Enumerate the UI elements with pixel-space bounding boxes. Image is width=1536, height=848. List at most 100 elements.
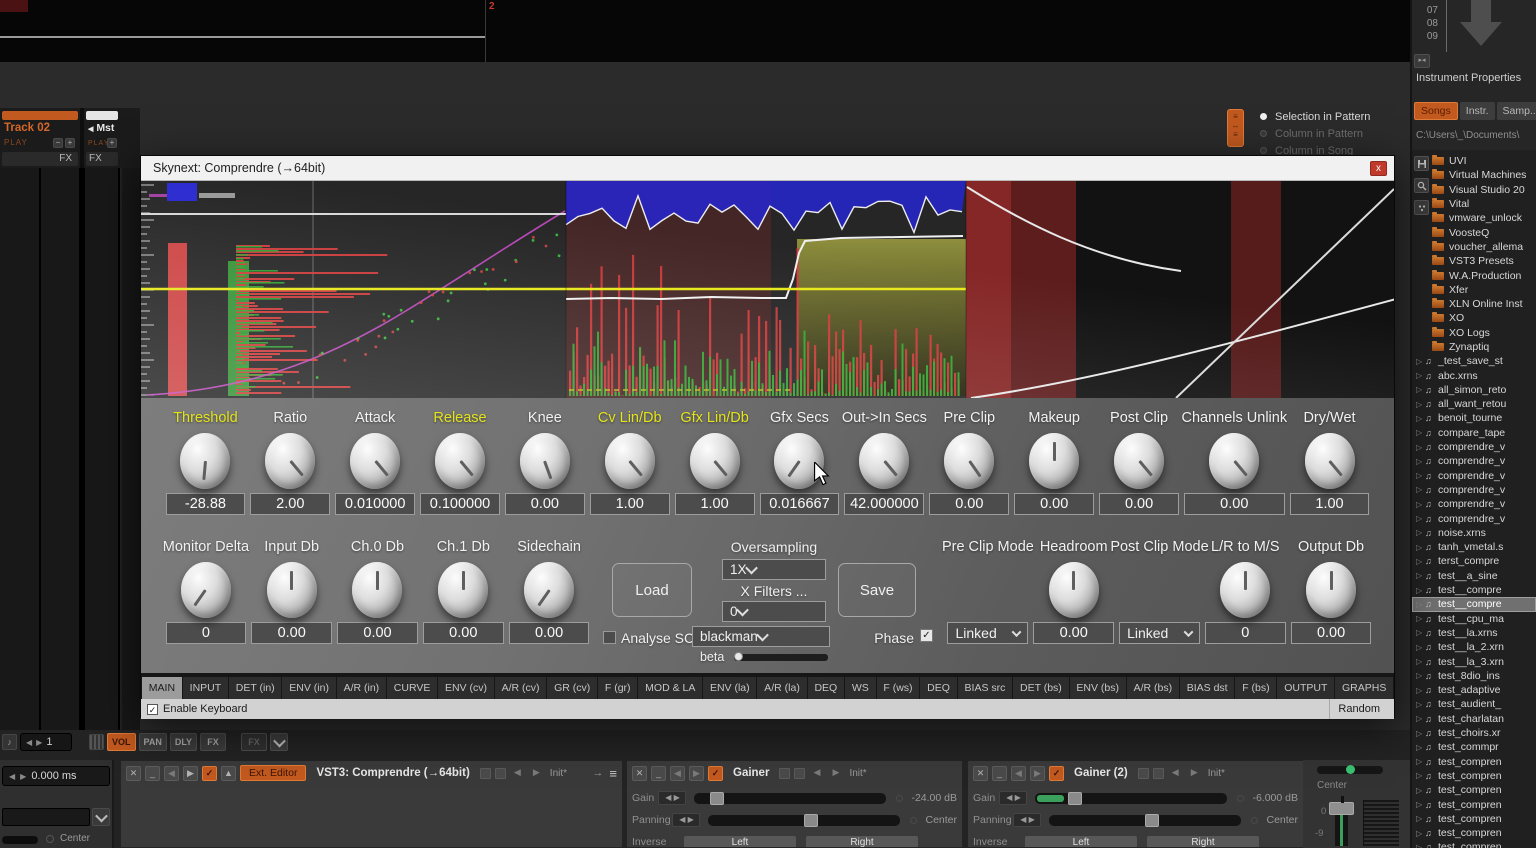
mini-slider[interactable] bbox=[2, 836, 38, 844]
preset-next-button[interactable]: ▶ bbox=[529, 766, 544, 781]
stepper-arrows[interactable]: ◀ ▶ bbox=[672, 813, 700, 827]
gfx-lin-db-knob[interactable] bbox=[690, 433, 740, 489]
file-row[interactable]: ▷♫test_compren bbox=[1412, 783, 1536, 797]
device-right-button[interactable]: ▶ bbox=[689, 766, 704, 781]
expand-icon[interactable]: ▷ bbox=[1416, 557, 1425, 566]
device-up-button[interactable]: ▲ bbox=[221, 766, 236, 781]
master-plus-button[interactable]: + bbox=[107, 138, 117, 148]
expand-icon[interactable]: ▷ bbox=[1416, 714, 1425, 723]
headroom-value[interactable]: 0.00 bbox=[1033, 622, 1114, 644]
route-out-icon[interactable]: → bbox=[592, 767, 603, 779]
file-row[interactable]: ▷♫test_choirs.xr bbox=[1412, 726, 1536, 740]
dropdown-button[interactable] bbox=[270, 733, 288, 751]
file-row[interactable]: ▷♫comprendre_v bbox=[1412, 469, 1536, 483]
expand-icon[interactable]: ▷ bbox=[1416, 471, 1425, 480]
device-right-button[interactable]: ▶ bbox=[1030, 766, 1045, 781]
device-enabled-checkbox[interactable]: ✓ bbox=[1049, 766, 1064, 781]
analysis-graph[interactable] bbox=[141, 181, 1394, 398]
master-fx-row[interactable]: FX bbox=[86, 152, 118, 166]
sidechain-value[interactable]: 0.00 bbox=[509, 622, 590, 644]
device-close-button[interactable]: ✕ bbox=[632, 766, 647, 781]
radio-column-in-pattern[interactable]: Column in Pattern bbox=[1252, 125, 1410, 142]
phase-checkbox[interactable]: ✓ bbox=[920, 629, 933, 642]
makeup-value[interactable]: 0.00 bbox=[1014, 493, 1094, 515]
expand-icon[interactable]: ▷ bbox=[1416, 628, 1425, 637]
ms-value-box[interactable]: ◀ ▶ 0.000 ms bbox=[2, 766, 110, 786]
device-minimize-button[interactable]: _ bbox=[651, 766, 666, 781]
toolbar-dly-button[interactable]: DLY bbox=[170, 733, 197, 751]
beta-slider[interactable] bbox=[734, 654, 828, 661]
slider-radio[interactable] bbox=[910, 817, 917, 824]
folder-row[interactable]: UVI bbox=[1412, 154, 1536, 168]
folder-row[interactable]: Vital bbox=[1412, 197, 1536, 211]
l-r-to-m-s-knob[interactable] bbox=[1220, 562, 1270, 618]
expand-icon[interactable]: ▷ bbox=[1416, 400, 1425, 409]
post-clip-value[interactable]: 0.00 bbox=[1099, 493, 1179, 515]
attack-value[interactable]: 0.010000 bbox=[335, 493, 415, 515]
file-row[interactable]: ▷♫test_8dio_ins bbox=[1412, 669, 1536, 683]
threshold-value[interactable]: -28.88 bbox=[166, 493, 246, 515]
random-button[interactable]: Random bbox=[1329, 699, 1388, 719]
monitor-delta-value[interactable]: 0 bbox=[166, 622, 247, 644]
file-row[interactable]: ▷♫test_compren bbox=[1412, 754, 1536, 768]
tab-f-bs[interactable]: F (bs) bbox=[1235, 677, 1276, 699]
preset-prev-button[interactable]: ◀ bbox=[1168, 766, 1183, 781]
file-row[interactable]: ▷♫test__compre bbox=[1412, 597, 1536, 611]
channels-unlink-value[interactable]: 0.00 bbox=[1184, 493, 1285, 515]
folder-row[interactable]: Visual Studio 20 bbox=[1412, 183, 1536, 197]
cv-lin-db-value[interactable]: 1.00 bbox=[590, 493, 670, 515]
music-icon[interactable]: ♪ bbox=[2, 734, 17, 750]
routing-icon[interactable] bbox=[1153, 768, 1164, 779]
gfx-secs-value[interactable]: 0.016667 bbox=[760, 493, 840, 515]
ch-1-db-value[interactable]: 0.00 bbox=[423, 622, 504, 644]
inverse-left-button[interactable]: Left bbox=[1025, 836, 1137, 848]
toolbar-vol-button[interactable]: VOL bbox=[107, 733, 136, 751]
expand-icon[interactable]: ▷ bbox=[1416, 800, 1425, 809]
browser-path[interactable]: C:\Users\_\Documents\ bbox=[1416, 130, 1519, 141]
file-row[interactable]: ▷♫all_simon_reto bbox=[1412, 383, 1536, 397]
preset-next-button[interactable]: ▶ bbox=[828, 766, 843, 781]
file-row[interactable]: ▷♫comprendre_v bbox=[1412, 440, 1536, 454]
device-left-button[interactable]: ◀ bbox=[670, 766, 685, 781]
right-arrow-icon[interactable]: ▶ bbox=[36, 738, 42, 747]
slider-handle[interactable] bbox=[1145, 814, 1159, 827]
file-row[interactable]: ▷♫test_compren bbox=[1412, 797, 1536, 811]
tab-bias-dst[interactable]: BIAS dst bbox=[1180, 677, 1234, 699]
expand-icon[interactable]: ▷ bbox=[1416, 843, 1425, 848]
file-row[interactable]: ▷♫test__compre bbox=[1412, 583, 1536, 597]
device-close-button[interactable]: ✕ bbox=[973, 766, 988, 781]
tab-env-in[interactable]: ENV (in) bbox=[282, 677, 335, 699]
track-plus-button[interactable]: + bbox=[65, 138, 75, 148]
input-db-value[interactable]: 0.00 bbox=[251, 622, 332, 644]
pattern-scroll-widget[interactable]: ≡ ↔ ≡ bbox=[1227, 109, 1244, 147]
expand-icon[interactable]: ▷ bbox=[1416, 786, 1425, 795]
pattern-body[interactable] bbox=[0, 168, 140, 730]
expand-icon[interactable]: ▷ bbox=[1416, 614, 1425, 623]
preset-prev-button[interactable]: ◀ bbox=[510, 766, 525, 781]
tab-bias-src[interactable]: BIAS src bbox=[958, 677, 1012, 699]
stepper-arrows[interactable]: ◀ ▶ bbox=[999, 791, 1027, 805]
beta-slider-handle[interactable] bbox=[734, 652, 743, 661]
device-left-button[interactable]: ◀ bbox=[1011, 766, 1026, 781]
master-collapse-icon[interactable]: ◀ bbox=[88, 126, 93, 133]
expand-icon[interactable]: ▷ bbox=[1416, 586, 1425, 595]
device-minimize-button[interactable]: _ bbox=[992, 766, 1007, 781]
tab-a-r-cv[interactable]: A/R (cv) bbox=[495, 677, 547, 699]
expand-icon[interactable]: ▷ bbox=[1416, 814, 1425, 823]
file-row[interactable]: ▷♫test__a_sine bbox=[1412, 569, 1536, 583]
folder-row[interactable]: XLN Online Inst bbox=[1412, 297, 1536, 311]
preset-name[interactable]: Init* bbox=[550, 768, 567, 779]
out-in-secs-value[interactable]: 42.000000 bbox=[844, 493, 924, 515]
routing-icon[interactable] bbox=[480, 768, 491, 779]
right-arrow-icon[interactable]: ▶ bbox=[20, 772, 26, 781]
makeup-knob[interactable] bbox=[1029, 433, 1079, 489]
plugin-titlebar[interactable]: Skynext: Comprendre (→64bit) x bbox=[141, 156, 1394, 181]
tab-f-gr[interactable]: F (gr) bbox=[598, 677, 637, 699]
track-play-label[interactable]: PLAY bbox=[4, 138, 28, 147]
expand-icon[interactable]: ▷ bbox=[1416, 757, 1425, 766]
master-pan-slider[interactable] bbox=[1317, 766, 1383, 774]
routing-icon[interactable] bbox=[1138, 768, 1149, 779]
headroom-knob[interactable] bbox=[1049, 562, 1099, 618]
folder-row[interactable]: voucher_allema bbox=[1412, 240, 1536, 254]
left-arrow-icon[interactable]: ◀ bbox=[9, 772, 15, 781]
